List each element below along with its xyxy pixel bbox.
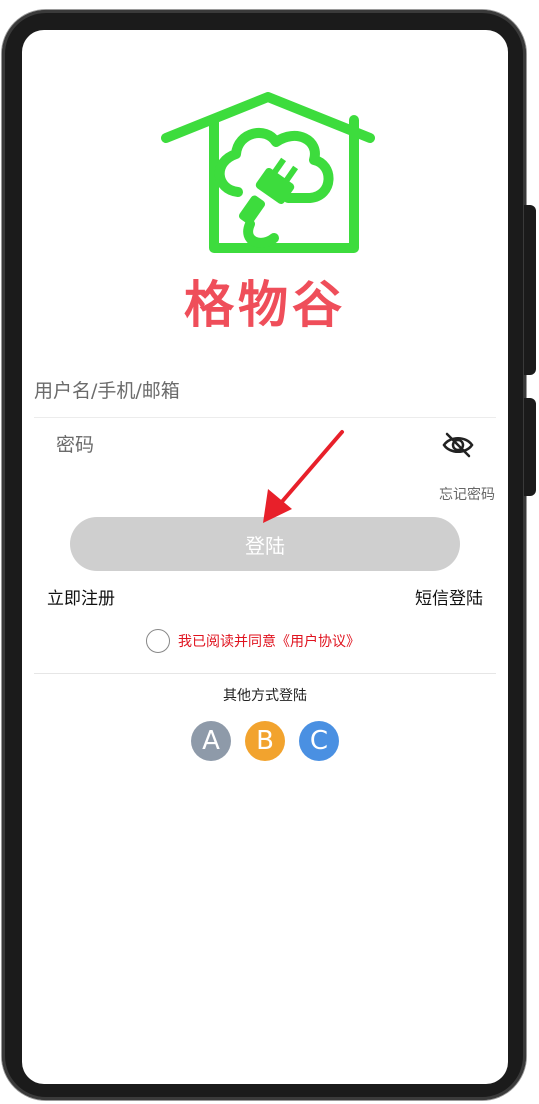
password-field[interactable] [56, 425, 416, 465]
social-login-c-button[interactable]: C [299, 721, 339, 761]
divider [34, 673, 496, 674]
username-field[interactable] [34, 365, 496, 418]
password-input[interactable] [56, 425, 416, 465]
eye-off-icon[interactable] [442, 430, 474, 460]
agreement-text[interactable]: 我已阅读并同意《用户协议》 [178, 631, 360, 651]
social-login-b-button[interactable]: B [245, 721, 285, 761]
brand-name: 格物谷 [184, 276, 346, 334]
username-input[interactable] [34, 365, 496, 417]
agreement-row: 我已阅读并同意《用户协议》 [146, 627, 360, 655]
login-button[interactable]: 登陆 [70, 517, 460, 571]
volume-button [524, 205, 536, 375]
agreement-radio[interactable] [146, 629, 170, 653]
house-plug-logo-icon [161, 92, 375, 253]
power-button [524, 398, 536, 496]
forgot-password-link[interactable]: 忘记密码 [439, 484, 495, 504]
other-login-title: 其他方式登陆 [223, 688, 307, 704]
login-screen: 格物谷 忘记密码 登陆 立即注册 短信登陆 我已阅读并同意《用户协议》 其他方式… [22, 30, 508, 1084]
sms-login-link[interactable]: 短信登陆 [415, 584, 483, 609]
register-link[interactable]: 立即注册 [47, 584, 115, 609]
social-login-a-button[interactable]: A [191, 721, 231, 761]
